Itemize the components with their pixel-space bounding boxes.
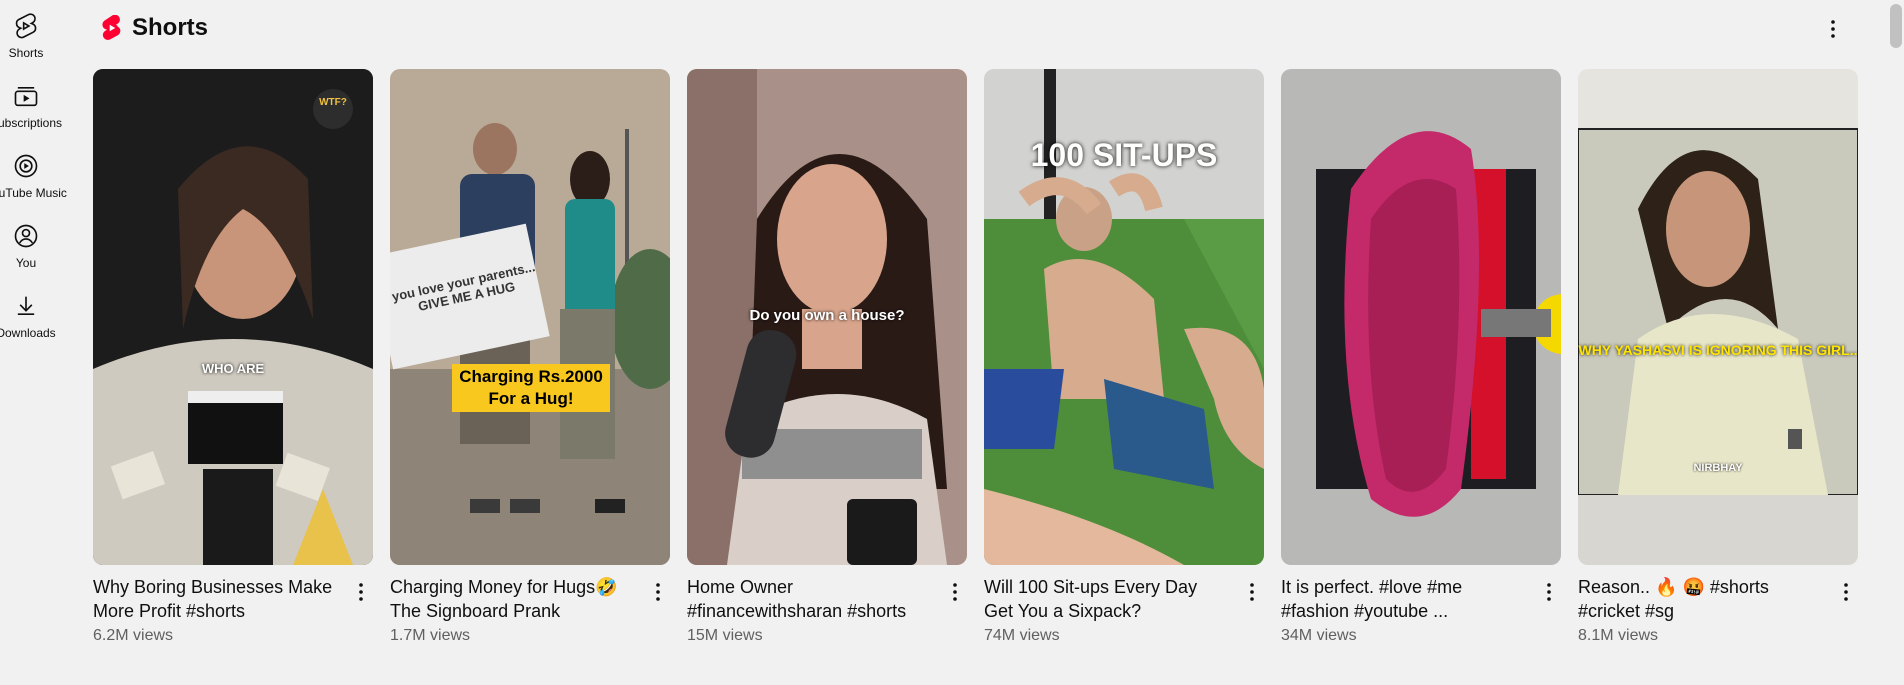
- mini-guide: Shorts Subscriptions YouTube Music You D…: [0, 0, 67, 685]
- view-count: 1.7M views: [390, 627, 471, 644]
- guide-item-subscriptions[interactable]: Subscriptions: [0, 76, 64, 146]
- short-title[interactable]: Home Owner #financewithsharan #shorts: [687, 575, 932, 623]
- guide-label: YouTube Music: [0, 186, 67, 200]
- short-card: WHY YASHASVI IS IGNORING THIS GIRL.. NIR…: [1578, 69, 1858, 665]
- short-thumbnail[interactable]: 100 SIT-UPS: [984, 69, 1264, 565]
- guide-item-shorts[interactable]: Shorts: [0, 6, 64, 76]
- scrollbar-thumb[interactable]: [1890, 4, 1902, 48]
- short-meta: Home Owner #financewithsharan #shorts 15…: [687, 575, 967, 665]
- more-vert-icon: [1250, 583, 1254, 601]
- short-card: It is perfect. #love #me #fashion #youtu…: [1281, 69, 1561, 665]
- short-card: WHO ARE WTF? Why Boring Businesses Make …: [93, 69, 373, 665]
- short-title[interactable]: Charging Money for Hugs🤣 The Signboard P…: [390, 575, 635, 623]
- thumbnail-overlay-text: WHO ARE: [201, 361, 265, 376]
- short-thumbnail[interactable]: WHY YASHASVI IS IGNORING THIS GIRL.. NIR…: [1578, 69, 1858, 565]
- thumbnail-overlay-text: Charging Rs.2000 For a Hug!: [452, 364, 610, 412]
- more-vert-icon: [1547, 583, 1551, 601]
- thumbnail-overlay-text: WHY YASHASVI IS IGNORING THIS GIRL..: [1578, 342, 1858, 358]
- short-card: 100 SIT-UPS Will 100 Sit-ups Every Day G…: [984, 69, 1264, 665]
- guide-item-youtube-music[interactable]: YouTube Music: [0, 146, 67, 216]
- short-meta: Charging Money for Hugs🤣 The Signboard P…: [390, 575, 670, 665]
- guide-item-you[interactable]: You: [0, 216, 64, 286]
- shelf-more-button[interactable]: [1818, 14, 1848, 44]
- channel-logo: WTF?: [319, 97, 347, 108]
- guide-label: Shorts: [8, 46, 44, 60]
- short-menu-button[interactable]: [1537, 577, 1561, 607]
- short-title[interactable]: It is perfect. #love #me #fashion #youtu…: [1281, 575, 1526, 623]
- thumbnail-image: [1281, 69, 1561, 565]
- short-meta: Why Boring Businesses Make More Profit #…: [93, 575, 373, 665]
- thumbnail-caption: NIRBHAY: [1693, 462, 1743, 474]
- shorts-logo-icon: [102, 15, 121, 40]
- thumbnail-overlay-text: Do you own a house?: [749, 307, 905, 324]
- short-meta: Will 100 Sit-ups Every Day Get You a Six…: [984, 575, 1264, 665]
- short-thumbnail[interactable]: [1281, 69, 1561, 565]
- view-count: 74M views: [984, 627, 1060, 644]
- youtube-music-icon: [14, 154, 38, 178]
- view-count: 6.2M views: [93, 627, 174, 644]
- short-menu-button[interactable]: [1834, 577, 1858, 607]
- more-vert-icon: [359, 583, 363, 601]
- more-vert-icon: [953, 583, 957, 601]
- shelf-title: Shorts: [132, 14, 209, 41]
- short-thumbnail[interactable]: you love your parents... GIVE ME A HUG C…: [390, 69, 670, 565]
- short-title[interactable]: Why Boring Businesses Make More Profit #…: [93, 575, 338, 623]
- short-title[interactable]: Reason.. 🔥 🤬 #shorts #cricket #sg: [1578, 575, 1823, 623]
- short-thumbnail[interactable]: WHO ARE WTF?: [93, 69, 373, 565]
- thumbnail-image: [390, 69, 670, 565]
- short-card: you love your parents... GIVE ME A HUG C…: [390, 69, 670, 665]
- more-vert-icon: [656, 583, 660, 601]
- guide-item-downloads[interactable]: Downloads: [0, 286, 64, 356]
- short-menu-button[interactable]: [646, 577, 670, 607]
- shelf-header: Shorts: [100, 10, 208, 46]
- thumbnail-overlay-text: 100 SIT-UPS: [1030, 137, 1218, 173]
- view-count: 8.1M views: [1578, 627, 1659, 644]
- you-icon: [14, 224, 38, 248]
- more-vert-icon: [1831, 20, 1835, 38]
- more-vert-icon: [1844, 583, 1848, 601]
- short-card: Do you own a house? Home Owner #financew…: [687, 69, 967, 665]
- guide-label: Subscriptions: [0, 116, 63, 130]
- short-menu-button[interactable]: [943, 577, 967, 607]
- download-icon: [17, 296, 35, 315]
- guide-label: Downloads: [0, 326, 56, 340]
- short-menu-button[interactable]: [1240, 577, 1264, 607]
- view-count: 34M views: [1281, 627, 1357, 644]
- short-meta: Reason.. 🔥 🤬 #shorts #cricket #sg 8.1M v…: [1578, 575, 1858, 665]
- short-thumbnail[interactable]: Do you own a house?: [687, 69, 967, 565]
- thumbnail-image: [1578, 69, 1858, 565]
- short-title[interactable]: Will 100 Sit-ups Every Day Get You a Six…: [984, 575, 1229, 623]
- thumbnail-image: [93, 69, 373, 565]
- page-scrollbar[interactable]: [1888, 0, 1904, 685]
- shorts-icon: [15, 13, 37, 39]
- subscriptions-icon: [14, 87, 38, 107]
- short-menu-button[interactable]: [349, 577, 373, 607]
- view-count: 15M views: [687, 627, 763, 644]
- guide-label: You: [15, 256, 37, 270]
- short-meta: It is perfect. #love #me #fashion #youtu…: [1281, 575, 1561, 665]
